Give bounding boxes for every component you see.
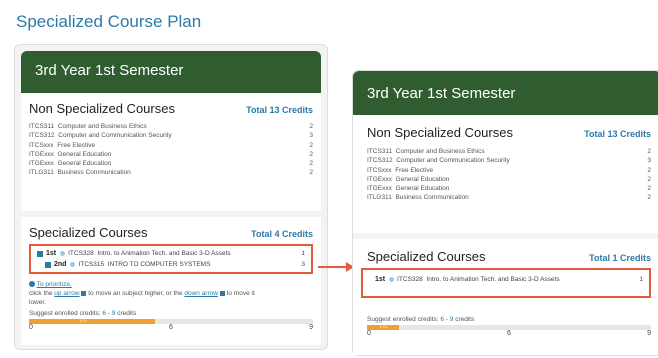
info-icon bbox=[29, 281, 35, 288]
semester-panel-before: 3rd Year 1st Semester Non Specialized Co… bbox=[14, 44, 328, 350]
course-row: ITLG311 Business Communication 2 bbox=[367, 194, 651, 202]
down-arrow-icon[interactable] bbox=[37, 250, 43, 257]
up-arrow-icon bbox=[81, 290, 87, 296]
selected-course-row[interactable]: 2nd ITCS315 INTRO TO COMPUTER SYSTEMS 3 bbox=[37, 259, 305, 270]
selected-courses-box: 1st ITCS328 Intro. to Animation Tech. an… bbox=[361, 268, 651, 298]
course-row: ITCS311 Computer and Business Ethics 2 bbox=[29, 123, 313, 130]
course-dot-icon bbox=[60, 251, 66, 256]
course-row: ITCS311 Computer and Business Ethics 2 bbox=[367, 148, 651, 155]
credits-progress-bar: 4 Cr bbox=[29, 318, 313, 324]
progress-fill-label: 1 Cr bbox=[379, 324, 388, 329]
semester-header: 3rd Year 1st Semester bbox=[21, 51, 321, 93]
progress-scale: 0 6 9 bbox=[367, 330, 651, 337]
section-title: Specialized Courses bbox=[367, 249, 486, 264]
specialized-section: Specialized Courses Total 4 Credits 1st … bbox=[21, 217, 321, 345]
semester-header: 3rd Year 1st Semester bbox=[353, 71, 658, 115]
non-specialized-section: Non Specialized Courses Total 13 Credits… bbox=[353, 115, 658, 233]
course-row: ITGExxx General Education 2 bbox=[29, 160, 313, 168]
total-credits: Total 4 Credits bbox=[251, 229, 313, 239]
course-row: ITGExxx General Education 2 bbox=[367, 185, 651, 193]
course-row: ITLG311 Business Communication 2 bbox=[29, 169, 313, 177]
prioritize-link[interactable]: To prioritize, bbox=[37, 281, 72, 288]
course-dot-icon bbox=[389, 277, 395, 282]
course-row: ITGExxx General Education 2 bbox=[29, 150, 313, 158]
suggested-credits: Suggest enrolled credits: 6 - 9 credits bbox=[29, 310, 137, 317]
progress-scale: 0 6 9 bbox=[29, 324, 313, 331]
selected-course-row[interactable]: 1st ITCS328 Intro. to Animation Tech. an… bbox=[369, 274, 643, 285]
course-row: ITCS312 Computer and Communication Secur… bbox=[367, 157, 651, 165]
page-title: Specialized Course Plan bbox=[16, 12, 202, 31]
selected-courses-box: 1st ITCS328 Intro. to Animation Tech. an… bbox=[29, 244, 313, 274]
course-row: ITCSxxx Free Elective 2 bbox=[367, 166, 651, 174]
total-credits: Total 1 Credits bbox=[589, 253, 651, 263]
semester-title: 3rd Year 1st Semester bbox=[367, 85, 516, 102]
credits-progress-bar: 1 Cr bbox=[367, 324, 651, 330]
progress-fill-label: 4 Cr bbox=[79, 318, 88, 323]
section-title: Non Specialized Courses bbox=[367, 125, 513, 140]
course-row: ITCS312 Computer and Communication Secur… bbox=[29, 132, 313, 140]
total-credits: Total 13 Credits bbox=[246, 105, 313, 115]
non-specialized-section: Non Specialized Courses Total 13 Credits… bbox=[21, 93, 321, 211]
up-arrow-icon[interactable] bbox=[45, 261, 51, 268]
suggested-credits: Suggest enrolled credits: 6 - 9 credits bbox=[367, 316, 475, 323]
course-dot-icon bbox=[70, 262, 76, 267]
specialized-section: Specialized Courses Total 1 Credits 1st … bbox=[353, 239, 658, 355]
course-row: ITCSxxx Free Elective 2 bbox=[29, 141, 313, 149]
down-arrow-icon bbox=[219, 290, 225, 296]
course-row: ITGExxx General Education 2 bbox=[367, 175, 651, 183]
semester-panel-after: 3rd Year 1st Semester Non Specialized Co… bbox=[352, 70, 658, 356]
section-title: Specialized Courses bbox=[29, 225, 148, 240]
down-arrow-link[interactable]: down arrow bbox=[184, 290, 218, 297]
progress-fill: 4 Cr bbox=[29, 318, 156, 324]
up-arrow-link[interactable]: up arrow bbox=[54, 290, 79, 297]
section-title: Non Specialized Courses bbox=[29, 101, 175, 116]
progress-fill: 1 Cr bbox=[367, 324, 399, 330]
semester-title: 3rd Year 1st Semester bbox=[35, 62, 184, 79]
selected-course-row[interactable]: 1st ITCS328 Intro. to Animation Tech. an… bbox=[37, 248, 305, 259]
total-credits: Total 13 Credits bbox=[584, 129, 651, 139]
